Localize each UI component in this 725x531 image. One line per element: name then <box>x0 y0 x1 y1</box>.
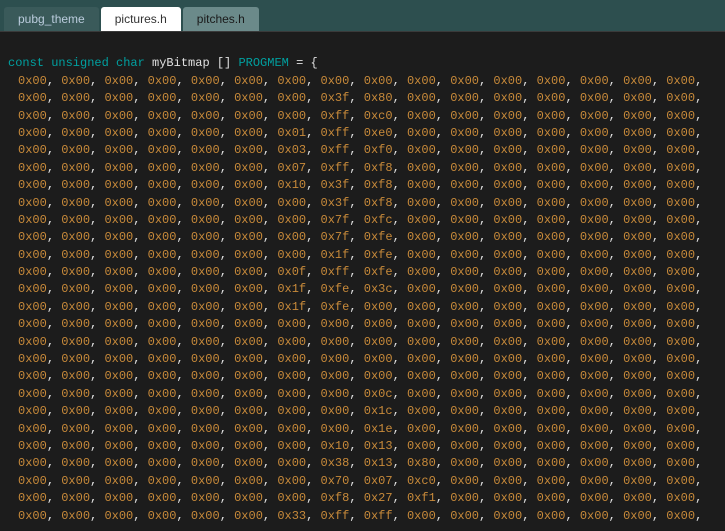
hex-row: 0x00, 0x00, 0x00, 0x00, 0x00, 0x00, 0x00… <box>8 438 717 455</box>
hex-row: 0x00, 0x00, 0x00, 0x00, 0x00, 0x00, 0x00… <box>8 403 717 420</box>
hex-row: 0x00, 0x00, 0x00, 0x00, 0x00, 0x00, 0x00… <box>8 90 717 107</box>
hex-row: 0x00, 0x00, 0x00, 0x00, 0x00, 0x00, 0x01… <box>8 125 717 142</box>
hex-row: 0x00, 0x00, 0x00, 0x00, 0x00, 0x00, 0x1f… <box>8 281 717 298</box>
hex-row: 0x00, 0x00, 0x00, 0x00, 0x00, 0x00, 0x33… <box>8 508 717 525</box>
hex-row: 0x00, 0x00, 0x00, 0x00, 0x00, 0x00, 0x00… <box>8 316 717 333</box>
brackets: [] <box>217 56 231 70</box>
hex-row: 0x00, 0x00, 0x00, 0x00, 0x00, 0x00, 0x00… <box>8 229 717 246</box>
hex-row: 0x00, 0x00, 0x00, 0x00, 0x00, 0x00, 0x0f… <box>8 264 717 281</box>
tab-pictures-h[interactable]: pictures.h <box>101 7 181 31</box>
declaration-line: const unsigned char myBitmap [] PROGMEM … <box>8 55 717 72</box>
identifier: myBitmap <box>152 56 210 70</box>
hex-body: 0x00, 0x00, 0x00, 0x00, 0x00, 0x00, 0x00… <box>8 73 717 525</box>
hex-row: 0x00, 0x00, 0x00, 0x00, 0x00, 0x00, 0x00… <box>8 490 717 507</box>
tab-pubg-theme[interactable]: pubg_theme <box>4 7 99 31</box>
hex-row: 0x00, 0x00, 0x00, 0x00, 0x00, 0x00, 0x00… <box>8 212 717 229</box>
hex-row: 0x00, 0x00, 0x00, 0x00, 0x00, 0x00, 0x00… <box>8 247 717 264</box>
hex-row: 0x00, 0x00, 0x00, 0x00, 0x00, 0x00, 0x00… <box>8 455 717 472</box>
hex-row: 0x00, 0x00, 0x00, 0x00, 0x00, 0x00, 0x00… <box>8 473 717 490</box>
hex-row: 0x00, 0x00, 0x00, 0x00, 0x00, 0x00, 0x00… <box>8 386 717 403</box>
hex-row: 0x00, 0x00, 0x00, 0x00, 0x00, 0x00, 0x07… <box>8 160 717 177</box>
hex-row: 0x00, 0x00, 0x00, 0x00, 0x00, 0x00, 0x00… <box>8 334 717 351</box>
tab-bar: pubg_theme pictures.h pitches.h <box>0 0 725 32</box>
hex-row: 0x00, 0x00, 0x00, 0x00, 0x00, 0x00, 0x10… <box>8 177 717 194</box>
hex-row: 0x00, 0x00, 0x00, 0x00, 0x00, 0x00, 0x00… <box>8 73 717 90</box>
hex-row: 0x00, 0x00, 0x00, 0x00, 0x00, 0x00, 0x00… <box>8 421 717 438</box>
hex-row: 0x00, 0x00, 0x00, 0x00, 0x00, 0x00, 0x00… <box>8 351 717 368</box>
tab-pitches-h[interactable]: pitches.h <box>183 7 259 31</box>
progmem: PROGMEM <box>238 56 288 70</box>
code-editor[interactable]: const unsigned char myBitmap [] PROGMEM … <box>0 32 725 531</box>
hex-row: 0x00, 0x00, 0x00, 0x00, 0x00, 0x00, 0x00… <box>8 368 717 385</box>
hex-row: 0x00, 0x00, 0x00, 0x00, 0x00, 0x00, 0x03… <box>8 142 717 159</box>
hex-row: 0x00, 0x00, 0x00, 0x00, 0x00, 0x00, 0x00… <box>8 195 717 212</box>
keywords: const unsigned char <box>8 56 145 70</box>
hex-row: 0x00, 0x00, 0x00, 0x00, 0x00, 0x00, 0x00… <box>8 108 717 125</box>
open-brace: = { <box>296 56 318 70</box>
hex-row: 0x00, 0x00, 0x00, 0x00, 0x00, 0x00, 0x1f… <box>8 299 717 316</box>
